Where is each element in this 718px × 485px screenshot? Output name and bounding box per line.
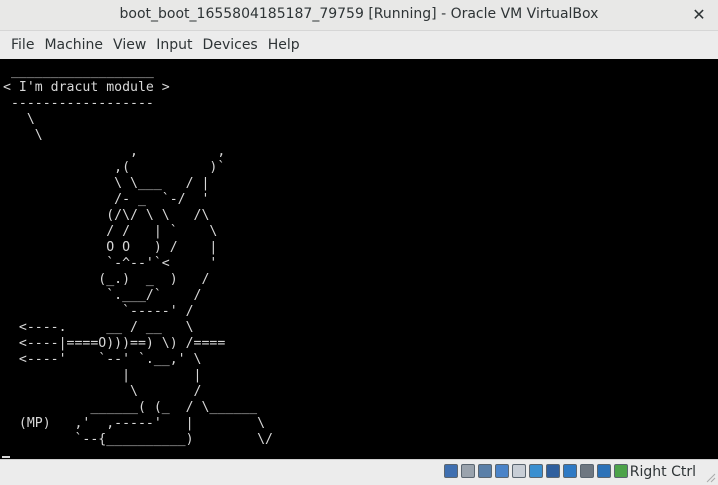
console-line: <----' `--' `.__,' \ <box>3 352 202 367</box>
console-line: (MP) ,' ,-----' | \ <box>3 416 266 431</box>
console-line: | | <box>3 368 202 383</box>
window-titlebar: boot_boot_1655804185187_79759 [Running] … <box>0 0 718 31</box>
optical-drive-icon[interactable] <box>461 464 475 478</box>
console-line: \ \___ / | <box>3 176 210 191</box>
shared-folders-icon[interactable] <box>529 464 543 478</box>
console-line: `--{__________) \/ <box>3 432 273 447</box>
console-line: `-----' / <box>3 304 194 319</box>
text-cursor <box>2 456 10 458</box>
window-title: boot_boot_1655804185187_79759 [Running] … <box>119 6 599 22</box>
display-icon[interactable] <box>546 464 560 478</box>
audio-icon[interactable] <box>478 464 492 478</box>
close-button[interactable]: ✕ <box>690 5 708 25</box>
console-line: \ <box>3 128 43 143</box>
console-line: , , <box>3 144 226 159</box>
network-icon[interactable] <box>495 464 509 478</box>
menu-help[interactable]: Help <box>263 31 305 59</box>
console-line: ______( (_ / \______ <box>3 400 258 415</box>
console-line: < I'm dracut module > <box>3 80 170 95</box>
console-line: / / | ` \ <box>3 224 218 239</box>
console-line: (_.) _ ) / <box>3 272 210 287</box>
console-line: \ / <box>3 384 202 399</box>
usb-icon[interactable] <box>512 464 526 478</box>
menu-view[interactable]: View <box>108 31 151 59</box>
console-line: `.___/` / <box>3 288 202 303</box>
cpu-icon[interactable] <box>597 464 611 478</box>
video-capture-icon[interactable] <box>563 464 577 478</box>
console-line: <----|====O)))==) \) /==== <box>3 336 226 351</box>
menu-machine[interactable]: Machine <box>39 31 108 59</box>
vm-display[interactable]: __________________ < I'm dracut module >… <box>0 59 718 459</box>
mouse-integration-icon[interactable] <box>614 464 628 478</box>
resize-grip-icon[interactable] <box>704 471 716 483</box>
host-key-label[interactable]: Right Ctrl <box>630 464 696 480</box>
menu-bar: File Machine View Input Devices Help <box>0 31 718 59</box>
console-line: \ <box>3 112 35 127</box>
status-icons <box>444 464 628 478</box>
menu-devices[interactable]: Devices <box>198 31 263 59</box>
console-line: __________________ <box>3 64 154 79</box>
menu-input[interactable]: Input <box>151 31 197 59</box>
recording-icon[interactable] <box>580 464 594 478</box>
console-line: `-^--'`< ' <box>3 256 218 271</box>
console-line: ------------------ <box>3 96 154 111</box>
console-line: (/\/ \ \ /\ <box>3 208 210 223</box>
console-line: O O ) / | <box>3 240 218 255</box>
status-bar: Right Ctrl <box>0 459 718 485</box>
menu-file[interactable]: File <box>6 31 39 59</box>
console-line: /- _ `-/ ' <box>3 192 210 207</box>
console-output: __________________ < I'm dracut module >… <box>3 64 273 448</box>
hard-disk-icon[interactable] <box>444 464 458 478</box>
console-line: ,( )` <box>3 160 226 175</box>
console-line: <----. __ / __ \ <box>3 320 194 335</box>
